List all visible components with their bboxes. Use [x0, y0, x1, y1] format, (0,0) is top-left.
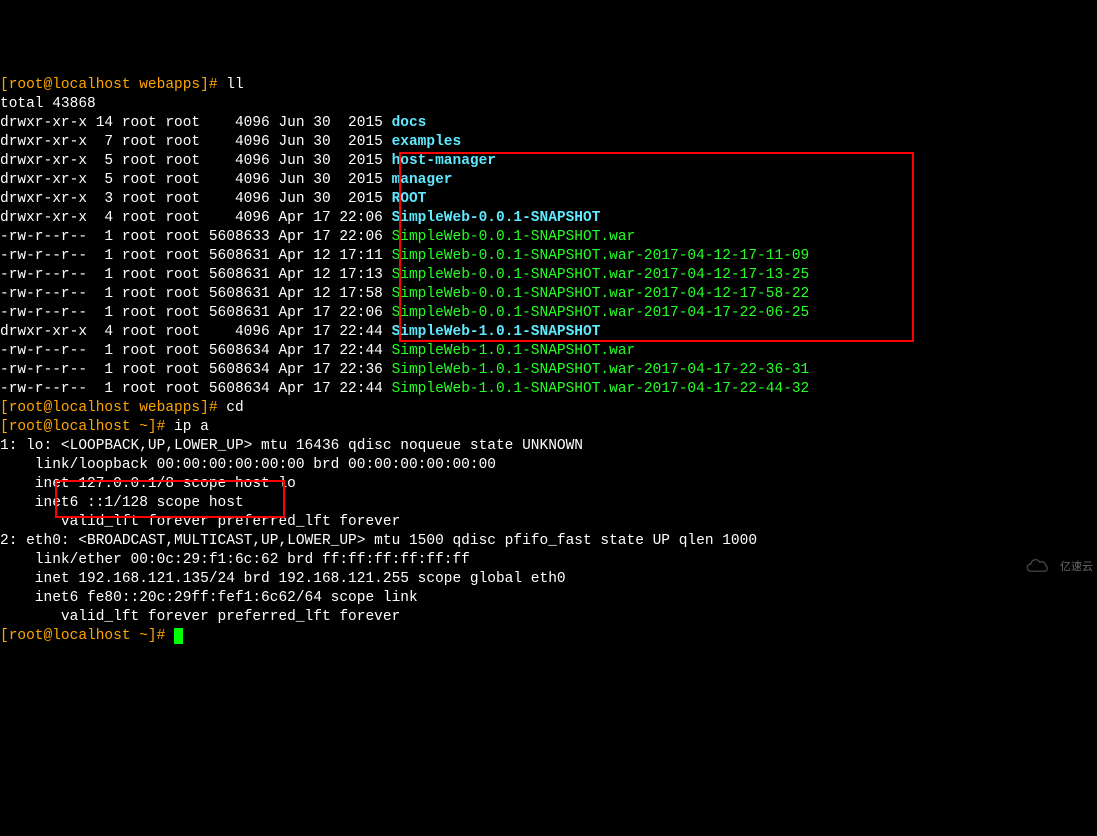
terminal-line: drwxr-xr-x 7 root root 4096 Jun 30 2015 … [0, 133, 1097, 152]
terminal-line: 2: eth0: <BROADCAST,MULTICAST,UP,LOWER_U… [0, 532, 1097, 551]
terminal-line: -rw-r--r-- 1 root root 5608631 Apr 12 17… [0, 266, 1097, 285]
terminal-line: -rw-r--r-- 1 root root 5608634 Apr 17 22… [0, 361, 1097, 380]
terminal-line: drwxr-xr-x 3 root root 4096 Jun 30 2015 … [0, 190, 1097, 209]
terminal-line: -rw-r--r-- 1 root root 5608631 Apr 17 22… [0, 304, 1097, 323]
terminal-text: SimpleWeb-0.0.1-SNAPSHOT.war-2017-04-12-… [392, 286, 810, 302]
terminal-text: manager [392, 172, 453, 188]
terminal-text: -rw-r--r-- 1 root root 5608634 Apr 17 22… [0, 362, 392, 378]
terminal-text: inet 127.0.0.1/8 scope host lo [0, 476, 296, 492]
terminal-text: inet 192.168.121.135/24 brd 192.168.121.… [0, 571, 566, 587]
terminal-text: SimpleWeb-1.0.1-SNAPSHOT [392, 324, 601, 340]
terminal-text: SimpleWeb-0.0.1-SNAPSHOT.war-2017-04-12-… [392, 267, 810, 283]
terminal-text: -rw-r--r-- 1 root root 5608631 Apr 12 17… [0, 286, 392, 302]
terminal-text: valid_lft forever preferred_lft forever [0, 609, 400, 625]
terminal-text: [root@localhost webapps]# [0, 77, 226, 93]
terminal-line: total 43868 [0, 95, 1097, 114]
terminal-text: drwxr-xr-x 3 root root 4096 Jun 30 2015 [0, 191, 392, 207]
watermark-text: 亿速云 [1060, 558, 1093, 577]
terminal-text: ip a [174, 419, 209, 435]
terminal-text: SimpleWeb-0.0.1-SNAPSHOT.war-2017-04-17-… [392, 305, 810, 321]
terminal-text: drwxr-xr-x 5 root root 4096 Jun 30 2015 [0, 153, 392, 169]
terminal-text: inet6 ::1/128 scope host [0, 495, 252, 511]
terminal-text: [root@localhost ~]# [0, 419, 174, 435]
terminal-text: [root@localhost webapps]# [0, 400, 226, 416]
terminal-text: SimpleWeb-0.0.1-SNAPSHOT.war-2017-04-12-… [392, 248, 810, 264]
terminal-text: SimpleWeb-1.0.1-SNAPSHOT.war-2017-04-17-… [392, 362, 810, 378]
terminal-line: drwxr-xr-x 5 root root 4096 Jun 30 2015 … [0, 171, 1097, 190]
terminal-text: drwxr-xr-x 4 root root 4096 Apr 17 22:44 [0, 324, 392, 340]
terminal-text: ll [226, 77, 243, 93]
terminal-text: -rw-r--r-- 1 root root 5608631 Apr 12 17… [0, 267, 392, 283]
terminal-line: inet 127.0.0.1/8 scope host lo [0, 475, 1097, 494]
terminal-line: -rw-r--r-- 1 root root 5608633 Apr 17 22… [0, 228, 1097, 247]
terminal-text: drwxr-xr-x 4 root root 4096 Apr 17 22:06 [0, 210, 392, 226]
terminal-text: drwxr-xr-x 14 root root 4096 Jun 30 2015 [0, 115, 392, 131]
terminal-line: inet 192.168.121.135/24 brd 192.168.121.… [0, 570, 1097, 589]
terminal-text: 2: eth0: <BROADCAST,MULTICAST,UP,LOWER_U… [0, 533, 757, 549]
terminal-text: SimpleWeb-0.0.1-SNAPSHOT.war [392, 229, 636, 245]
terminal-text: 1: lo: <LOOPBACK,UP,LOWER_UP> mtu 16436 … [0, 438, 592, 454]
terminal-line: drwxr-xr-x 5 root root 4096 Jun 30 2015 … [0, 152, 1097, 171]
terminal-line: inet6 fe80::20c:29ff:fef1:6c62/64 scope … [0, 589, 1097, 608]
terminal-line: [root@localhost webapps]# ll [0, 76, 1097, 95]
terminal-text: SimpleWeb-1.0.1-SNAPSHOT.war [392, 343, 636, 359]
terminal-text: drwxr-xr-x 7 root root 4096 Jun 30 2015 [0, 134, 392, 150]
cloud-icon [1020, 557, 1056, 577]
terminal-text: examples [392, 134, 462, 150]
terminal-line: [root@localhost ~]# ip a [0, 418, 1097, 437]
terminal-line: link/loopback 00:00:00:00:00:00 brd 00:0… [0, 456, 1097, 475]
terminal-text: total 43868 [0, 96, 96, 112]
terminal-line: drwxr-xr-x 14 root root 4096 Jun 30 2015… [0, 114, 1097, 133]
terminal-text: [root@localhost ~]# [0, 628, 174, 644]
terminal-line: drwxr-xr-x 4 root root 4096 Apr 17 22:06… [0, 209, 1097, 228]
terminal-line: -rw-r--r-- 1 root root 5608631 Apr 12 17… [0, 247, 1097, 266]
terminal-text: -rw-r--r-- 1 root root 5608634 Apr 17 22… [0, 381, 392, 397]
terminal-text: -rw-r--r-- 1 root root 5608631 Apr 12 17… [0, 248, 392, 264]
terminal-line: valid_lft forever preferred_lft forever [0, 513, 1097, 532]
watermark: 亿速云 [1020, 557, 1093, 577]
terminal-line: [root@localhost ~]# [0, 627, 1097, 646]
terminal-text: SimpleWeb-0.0.1-SNAPSHOT [392, 210, 601, 226]
terminal-text: drwxr-xr-x 5 root root 4096 Jun 30 2015 [0, 172, 392, 188]
terminal-text: -rw-r--r-- 1 root root 5608633 Apr 17 22… [0, 229, 392, 245]
terminal-text: host-manager [392, 153, 496, 169]
terminal-text: valid_lft forever preferred_lft forever [0, 514, 400, 530]
terminal-text: SimpleWeb-1.0.1-SNAPSHOT.war-2017-04-17-… [392, 381, 810, 397]
terminal-text: ROOT [392, 191, 427, 207]
terminal-text: link/loopback 00:00:00:00:00:00 brd 00:0… [0, 457, 496, 473]
terminal-line: inet6 ::1/128 scope host [0, 494, 1097, 513]
terminal-cursor [174, 628, 183, 644]
terminal-text: docs [392, 115, 427, 131]
terminal-line: 1: lo: <LOOPBACK,UP,LOWER_UP> mtu 16436 … [0, 437, 1097, 456]
terminal-text: link/ether 00:0c:29:f1:6c:62 brd ff:ff:f… [0, 552, 470, 568]
terminal-text: -rw-r--r-- 1 root root 5608634 Apr 17 22… [0, 343, 392, 359]
terminal-line: -rw-r--r-- 1 root root 5608634 Apr 17 22… [0, 380, 1097, 399]
terminal-text: inet6 fe80::20c:29ff:fef1:6c62/64 scope … [0, 590, 426, 606]
terminal-output[interactable]: [root@localhost webapps]# lltotal 43868d… [0, 76, 1097, 646]
terminal-line: [root@localhost webapps]# cd [0, 399, 1097, 418]
terminal-line: drwxr-xr-x 4 root root 4096 Apr 17 22:44… [0, 323, 1097, 342]
terminal-text: -rw-r--r-- 1 root root 5608631 Apr 17 22… [0, 305, 392, 321]
terminal-text: cd [226, 400, 243, 416]
terminal-line: valid_lft forever preferred_lft forever [0, 608, 1097, 627]
terminal-line: -rw-r--r-- 1 root root 5608631 Apr 12 17… [0, 285, 1097, 304]
terminal-line: link/ether 00:0c:29:f1:6c:62 brd ff:ff:f… [0, 551, 1097, 570]
terminal-line: -rw-r--r-- 1 root root 5608634 Apr 17 22… [0, 342, 1097, 361]
